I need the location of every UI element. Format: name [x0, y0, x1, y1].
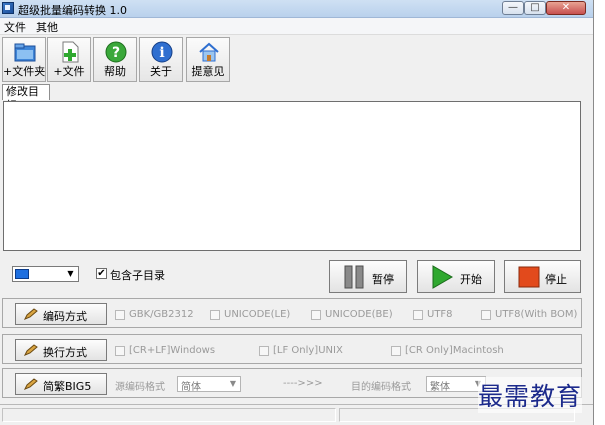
svg-text:i: i: [159, 45, 164, 61]
add-file-icon: [62, 41, 79, 63]
help-label: 帮助: [104, 65, 126, 78]
start-button[interactable]: 开始: [417, 260, 495, 293]
crlf-label: [CR+LF]Windows: [129, 345, 216, 356]
chevron-down-icon[interactable]: ▼: [64, 268, 77, 280]
svg-text:?: ?: [112, 45, 120, 61]
app-icon: [2, 2, 14, 14]
close-button[interactable]: ✕: [546, 1, 586, 15]
info-icon: i: [151, 41, 173, 63]
play-icon: [432, 265, 453, 289]
target-encoding-select[interactable]: 繁体 ▼: [426, 376, 486, 393]
target-list[interactable]: [3, 101, 581, 251]
add-file-button[interactable]: +文件: [47, 37, 91, 82]
color-swatch: [15, 269, 29, 279]
title-bar: 超级批量编码转换 1.0 — □ ✕: [0, 0, 593, 18]
feedback-label: 提意见: [191, 65, 225, 78]
gbk-checkbox[interactable]: [115, 310, 125, 320]
status-pane-main: [2, 408, 336, 422]
pencil-icon: [24, 378, 38, 390]
include-subdirs-checkbox[interactable]: ✔: [96, 268, 107, 279]
unicode-le-label: UNICODE(LE): [224, 309, 291, 320]
about-label: 关于: [150, 65, 172, 78]
toolbar: +文件夹 +文件 ? 帮助 i 关于 提意见: [0, 36, 593, 83]
newline-mode-button[interactable]: 换行方式: [15, 339, 107, 361]
cr-checkbox[interactable]: [391, 346, 401, 356]
pencil-icon: [24, 308, 38, 320]
encoding-row: 编码方式 GBK/GB2312 UNICODE(LE) UNICODE(BE) …: [2, 298, 582, 328]
minimize-button[interactable]: —: [502, 1, 524, 15]
cr-label: [CR Only]Macintosh: [405, 345, 504, 356]
help-button[interactable]: ? 帮助: [93, 37, 137, 82]
chevron-down-icon: ▼: [229, 379, 237, 388]
source-encoding-label: 源编码格式: [115, 382, 165, 393]
include-subdirs-label: 包含子目录: [110, 269, 165, 282]
help-icon: ?: [105, 41, 127, 63]
add-folder-icon: [14, 43, 36, 62]
big5-button[interactable]: 简繁BIG5: [15, 373, 107, 395]
unicode-be-checkbox[interactable]: [311, 310, 321, 320]
newline-row: 换行方式 [CR+LF]Windows [LF Only]UNIX [CR On…: [2, 334, 582, 364]
about-button[interactable]: i 关于: [139, 37, 183, 82]
utf8-label: UTF8: [427, 309, 453, 320]
window-title: 超级批量编码转换 1.0: [18, 4, 127, 17]
source-encoding-select[interactable]: 简体 ▼: [177, 376, 241, 393]
pencil-icon: [24, 344, 38, 356]
unicode-be-label: UNICODE(BE): [325, 309, 393, 320]
pause-label: 暂停: [372, 273, 394, 286]
watermark-text: 最需教育: [478, 377, 583, 413]
feedback-button[interactable]: 提意见: [186, 37, 230, 82]
pause-button[interactable]: 暂停: [329, 260, 407, 293]
stop-icon: [518, 266, 540, 288]
target-encoding-value: 繁体: [430, 382, 450, 393]
lf-checkbox[interactable]: [259, 346, 269, 356]
encoding-mode-label: 编码方式: [43, 310, 87, 323]
stop-label: 停止: [545, 273, 567, 286]
add-folder-button[interactable]: +文件夹: [2, 37, 46, 82]
encoding-mode-button[interactable]: 编码方式: [15, 303, 107, 325]
start-label: 开始: [460, 273, 482, 286]
menu-other[interactable]: 其他: [36, 19, 58, 35]
utf8-checkbox[interactable]: [413, 310, 423, 320]
pause-icon: [344, 265, 364, 289]
color-select[interactable]: ▼: [12, 266, 79, 282]
app-window: 超级批量编码转换 1.0 — □ ✕ 文件 其他 +文件夹 +文件 ? 帮助 i…: [0, 0, 594, 425]
source-encoding-value: 简体: [181, 382, 201, 393]
add-file-label: +文件: [53, 65, 85, 78]
big5-label: 简繁BIG5: [43, 380, 92, 393]
stop-button[interactable]: 停止: [504, 260, 581, 293]
unicode-le-checkbox[interactable]: [210, 310, 220, 320]
home-icon: [199, 42, 219, 62]
menu-bar: 文件 其他: [0, 18, 593, 35]
target-encoding-label: 目的编码格式: [351, 382, 411, 393]
gbk-label: GBK/GB2312: [129, 309, 194, 320]
maximize-button[interactable]: □: [524, 1, 546, 15]
crlf-checkbox[interactable]: [115, 346, 125, 356]
newline-mode-label: 换行方式: [43, 346, 87, 359]
utf8-bom-checkbox[interactable]: [481, 310, 491, 320]
lf-label: [LF Only]UNIX: [273, 345, 343, 356]
add-folder-label: +文件夹: [3, 65, 46, 78]
menu-file[interactable]: 文件: [4, 19, 26, 35]
conversion-arrow: ---->>>: [283, 378, 323, 389]
tab-targets[interactable]: 修改目标: [2, 84, 50, 112]
utf8-bom-label: UTF8(With BOM): [495, 309, 578, 320]
